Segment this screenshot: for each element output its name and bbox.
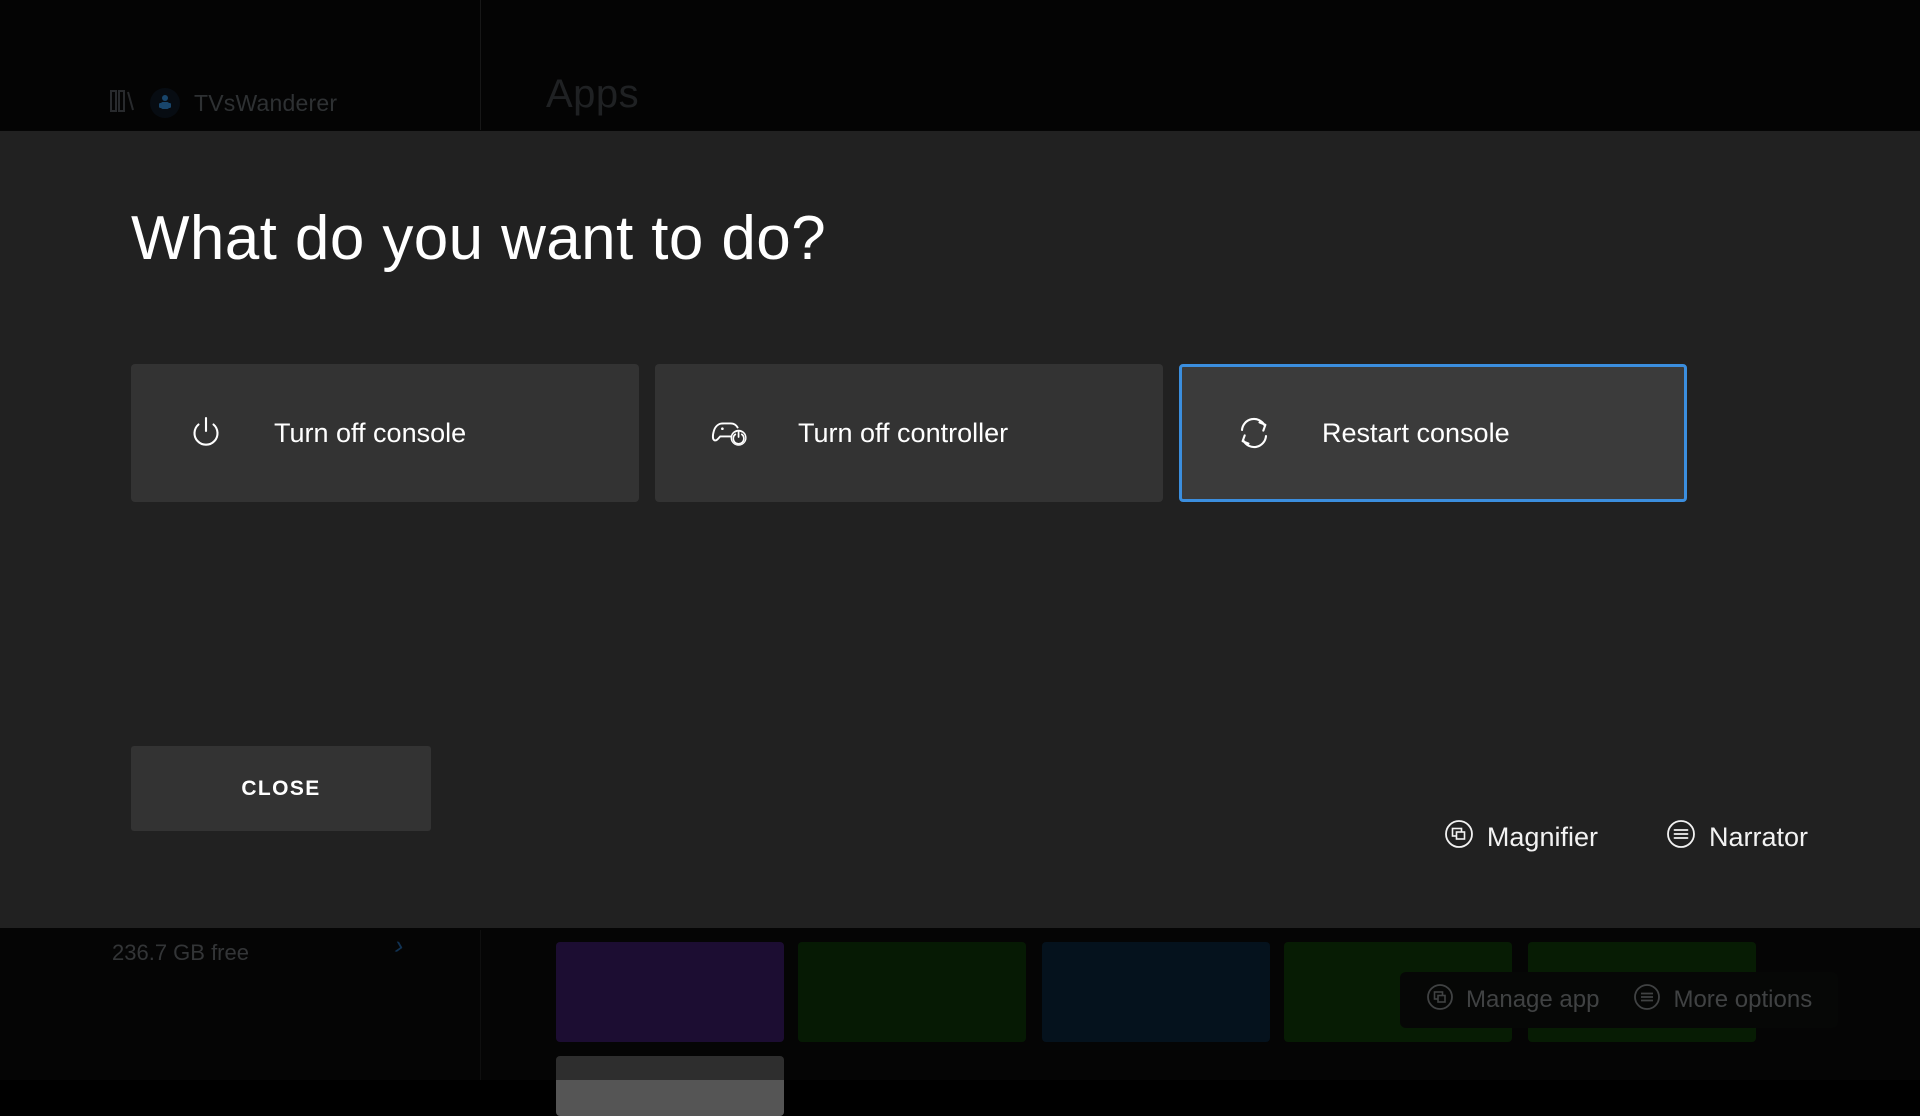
narrator-label: Narrator xyxy=(1709,822,1808,853)
power-icon xyxy=(186,413,226,453)
option-label: Turn off console xyxy=(274,418,466,449)
turn-off-console-button[interactable]: Turn off console xyxy=(131,364,639,502)
close-button[interactable]: CLOSE xyxy=(131,746,431,831)
option-label: Turn off controller xyxy=(798,418,1008,449)
restart-icon xyxy=(1234,413,1274,453)
turn-off-controller-button[interactable]: Turn off controller xyxy=(655,364,1163,502)
option-label: Restart console xyxy=(1322,418,1510,449)
accessibility-row: Magnifier Narrator xyxy=(1444,819,1808,856)
power-options-dialog: What do you want to do? Turn off console xyxy=(0,131,1920,928)
narrator-icon xyxy=(1666,819,1696,856)
page-title: What do you want to do? xyxy=(131,203,826,274)
magnifier-button[interactable]: Magnifier xyxy=(1444,819,1598,856)
restart-console-button[interactable]: Restart console xyxy=(1179,364,1687,502)
magnifier-icon xyxy=(1444,819,1474,856)
power-options-row: Turn off console Turn off controller xyxy=(131,364,1687,502)
magnifier-label: Magnifier xyxy=(1487,822,1598,853)
narrator-button[interactable]: Narrator xyxy=(1666,819,1808,856)
gamepad-power-icon xyxy=(710,413,750,453)
